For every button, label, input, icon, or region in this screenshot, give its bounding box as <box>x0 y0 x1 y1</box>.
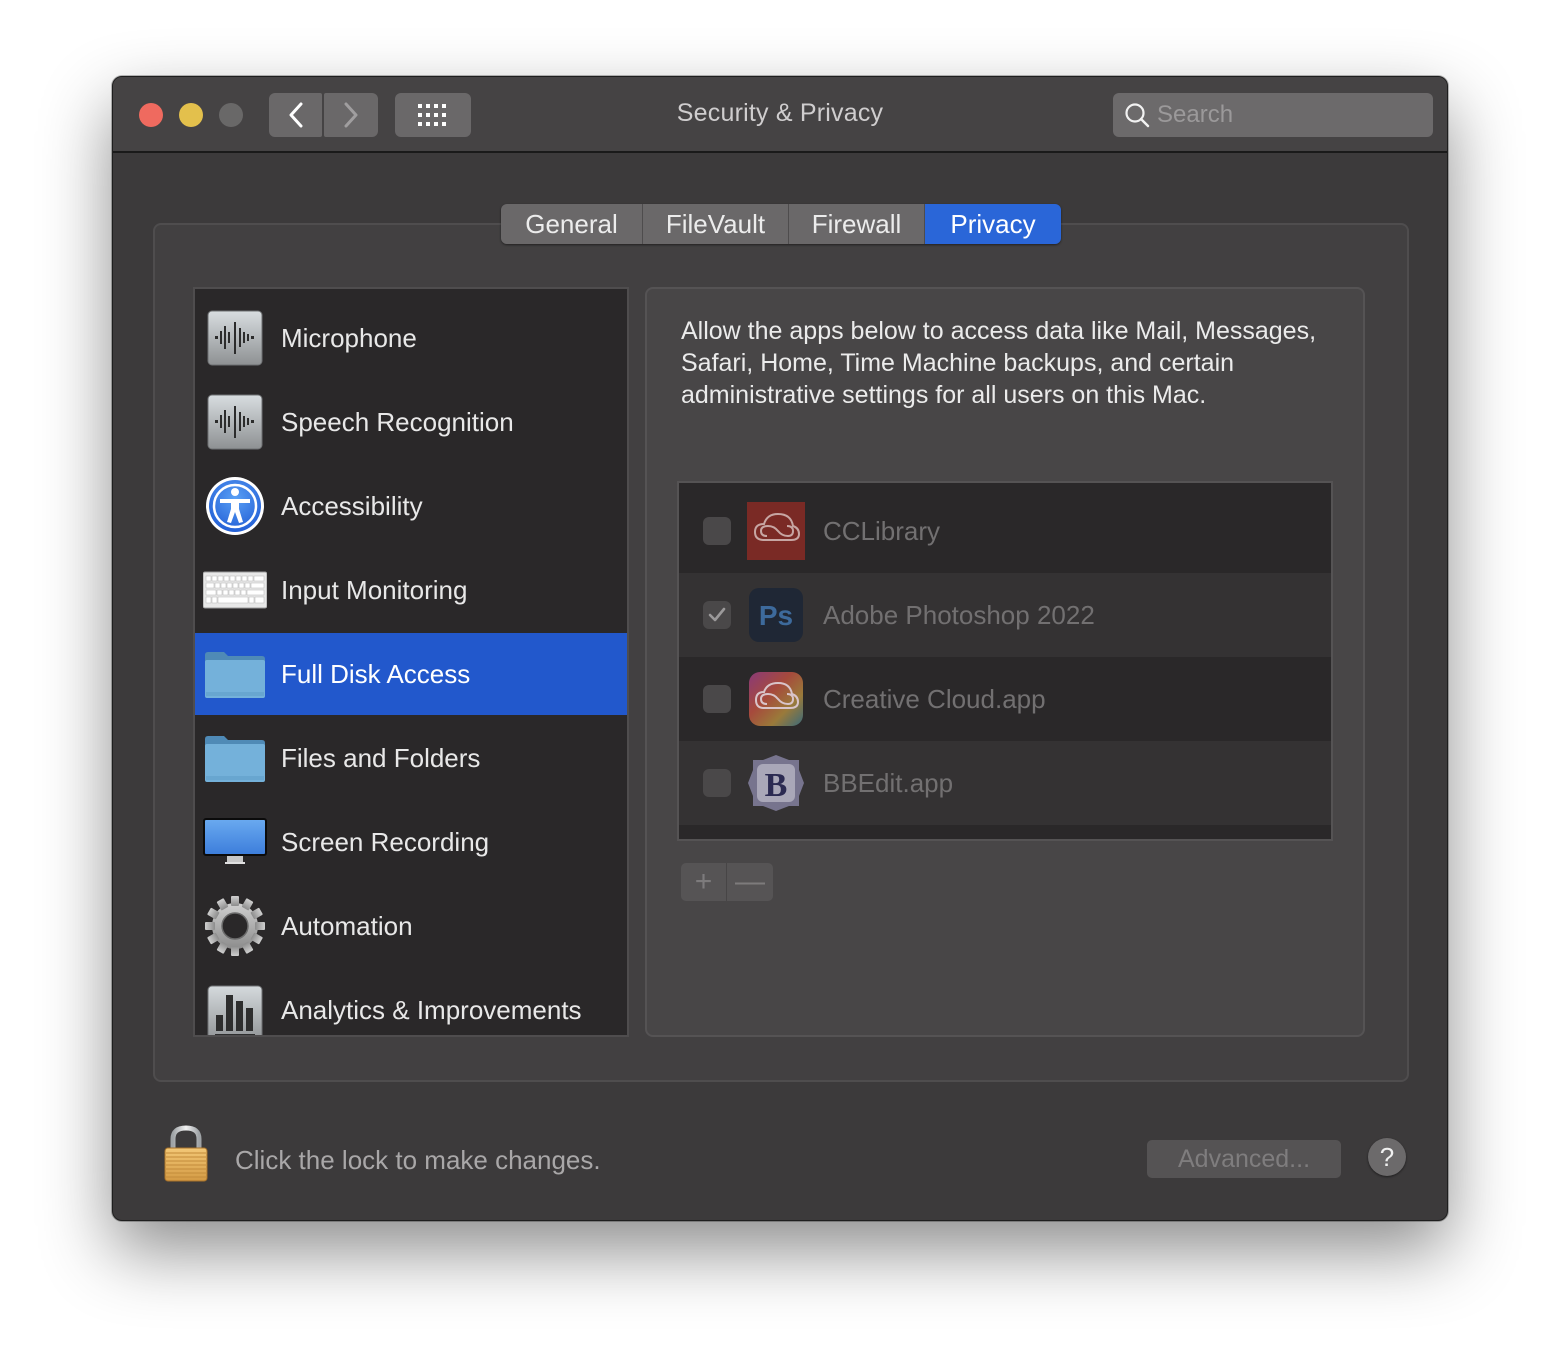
gear-icon <box>203 894 267 958</box>
sidebar-item-label: Screen Recording <box>281 826 490 857</box>
sidebar-item-label: Speech Recognition <box>281 406 514 437</box>
app-row-photoshop[interactable]: Ps Adobe Photoshop 2022 <box>679 573 1331 657</box>
tab-firewall[interactable]: Firewall <box>789 204 925 244</box>
tab-bar: General FileVault Firewall Privacy <box>501 204 1061 244</box>
panel-description: Allow the apps below to access data like… <box>681 317 1317 409</box>
remove-app-button[interactable]: — <box>727 863 773 901</box>
app-name: Creative Cloud.app <box>823 683 1046 714</box>
bar-chart-icon <box>203 983 267 1035</box>
bbedit-icon-text: B <box>765 767 788 804</box>
cclibrary-icon <box>747 502 805 560</box>
bbedit-icon: B <box>747 754 805 812</box>
title-bar: Security & Privacy <box>113 77 1447 153</box>
app-checkbox[interactable] <box>703 769 731 797</box>
add-remove-control: + — <box>681 863 773 901</box>
lock-status-text: Click the lock to make changes. <box>235 1145 601 1175</box>
app-name: BBEdit.app <box>823 767 954 798</box>
waveform-icon <box>203 390 267 454</box>
photoshop-icon-text: Ps <box>759 600 793 631</box>
sidebar-item-label: Files and Folders <box>281 742 481 773</box>
search-field[interactable] <box>1113 93 1433 137</box>
add-app-button[interactable]: + <box>681 863 727 901</box>
sidebar-item-accessibility[interactable]: Accessibility <box>195 465 627 547</box>
help-button[interactable]: ? <box>1368 1138 1406 1176</box>
full-disk-access-panel: Allow the apps below to access data like… <box>645 287 1365 1037</box>
sidebar-item-label: Analytics & Improvements <box>281 994 582 1025</box>
sidebar-item-label: Automation <box>281 910 413 941</box>
creative-cloud-icon <box>747 670 805 728</box>
lock-button[interactable] <box>163 1125 209 1183</box>
search-input[interactable] <box>1157 101 1427 129</box>
app-checkbox[interactable] <box>703 685 731 713</box>
app-name: CCLibrary <box>823 515 941 546</box>
sidebar-item-input-monitoring[interactable]: Input Monitoring <box>195 549 627 631</box>
advanced-button[interactable]: Advanced... <box>1147 1140 1341 1178</box>
tab-filevault[interactable]: FileVault <box>643 204 789 244</box>
checkmark-icon <box>708 607 726 622</box>
waveform-icon <box>203 306 267 370</box>
app-list[interactable]: CCLibrary Ps Adobe Photoshop 2022 Creati… <box>677 481 1333 841</box>
app-row-cclibrary[interactable]: CCLibrary <box>679 489 1331 573</box>
sidebar-item-full-disk-access[interactable]: Full Disk Access <box>195 633 627 715</box>
app-row-bbedit[interactable]: B BBEdit.app <box>679 741 1331 825</box>
sidebar-item-label: Accessibility <box>281 490 423 521</box>
folder-icon <box>203 642 267 706</box>
accessibility-icon <box>203 474 267 538</box>
lock-icon <box>164 1125 208 1182</box>
sidebar-item-analytics[interactable]: Analytics & Improvements <box>195 969 627 1035</box>
app-row-partial <box>679 825 1331 839</box>
sidebar-item-speech-recognition[interactable]: Speech Recognition <box>195 381 627 463</box>
app-checkbox-checked[interactable] <box>703 601 731 629</box>
security-privacy-window: Security & Privacy General FileVault Fir… <box>112 76 1448 1221</box>
sidebar-item-screen-recording[interactable]: Screen Recording <box>195 801 627 883</box>
app-name: Adobe Photoshop 2022 <box>823 599 1095 630</box>
sidebar-item-label: Microphone <box>281 322 417 353</box>
app-checkbox[interactable] <box>703 517 731 545</box>
sidebar-item-label: Input Monitoring <box>281 574 468 605</box>
app-row-creative-cloud[interactable]: Creative Cloud.app <box>679 657 1331 741</box>
tab-general[interactable]: General <box>501 204 643 244</box>
photoshop-icon: Ps <box>747 586 805 644</box>
tab-privacy[interactable]: Privacy <box>925 204 1061 244</box>
sidebar-item-automation[interactable]: Automation <box>195 885 627 967</box>
display-icon <box>203 810 267 874</box>
sidebar-item-microphone[interactable]: Microphone <box>195 297 627 379</box>
sidebar-item-files-and-folders[interactable]: Files and Folders <box>195 717 627 799</box>
search-icon <box>1125 103 1150 128</box>
folder-icon <box>203 726 267 790</box>
privacy-category-list[interactable]: Microphone Speech Recognition Accessibil… <box>193 287 629 1037</box>
keyboard-icon <box>203 558 267 622</box>
sidebar-item-label: Full Disk Access <box>281 658 471 689</box>
